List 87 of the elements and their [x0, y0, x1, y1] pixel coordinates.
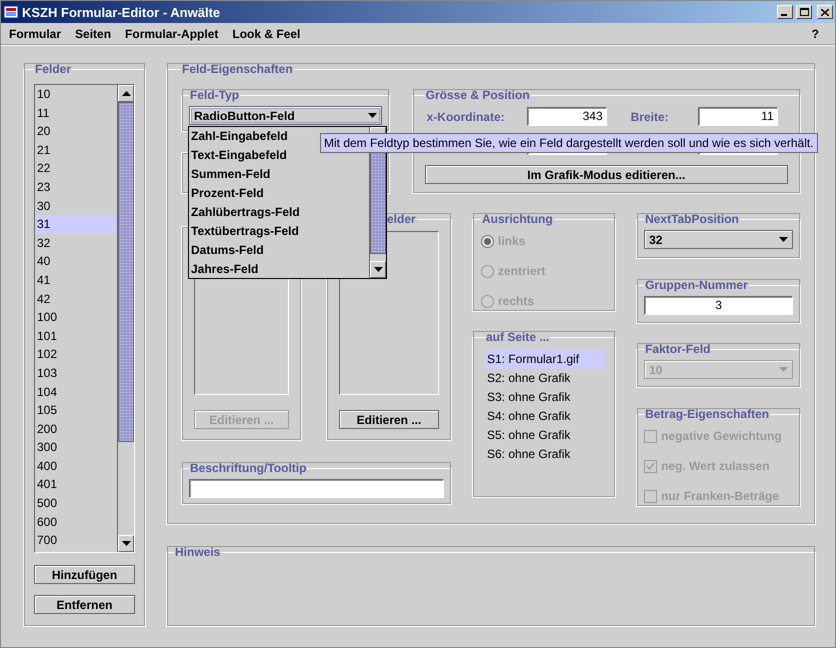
menu-item[interactable]: Seiten	[75, 26, 120, 40]
list-item[interactable]: 700	[35, 531, 117, 550]
dropdown[interactable]: 32	[644, 230, 793, 249]
maximize-button[interactable]	[796, 5, 812, 19]
group-title: Feld-Typ	[189, 88, 240, 102]
list-item[interactable]: 20	[35, 122, 117, 141]
scroll-down-button[interactable]	[370, 261, 386, 278]
caret-icon	[368, 113, 377, 118]
dropdown-option[interactable]: Summen-Feld	[189, 165, 369, 184]
group-title: elder	[386, 212, 417, 226]
list-item[interactable]: 32	[35, 234, 117, 252]
field-label: Breite:	[630, 110, 670, 124]
window-title: KSZH Formular-Editor - Anwälte	[22, 4, 222, 20]
caret-icon	[122, 541, 130, 546]
group-title: Feld-Eigenschaften	[181, 62, 294, 76]
group-title: Hinweis	[174, 545, 222, 559]
list-item[interactable]: 103	[35, 364, 117, 382]
list-item[interactable]: 600	[35, 512, 117, 532]
list-item[interactable]: 21	[35, 140, 117, 160]
maximize-icon	[800, 8, 808, 16]
check-icon	[646, 462, 656, 470]
group-title: Ausrichtung	[481, 212, 554, 226]
group-title: Beschriftung/Tooltip	[189, 461, 308, 475]
group-title: Faktor-Feld	[644, 342, 712, 356]
list-item[interactable]: 102	[35, 345, 117, 364]
group-title: Grösse & Position	[424, 88, 531, 102]
input-field[interactable]: 11	[698, 107, 778, 126]
group-title: Betrag-Eigenschaften	[644, 407, 770, 421]
scroll-thumb[interactable]	[118, 102, 134, 442]
page-list-item[interactable]: S6: ohne Grafik	[485, 445, 606, 464]
page-list-item[interactable]: S4: ohne Grafik	[485, 407, 606, 426]
caret-icon	[374, 267, 382, 272]
page-list-item[interactable]: S3: ohne Grafik	[485, 388, 606, 407]
group-title: NextTabPosition	[644, 212, 740, 226]
group-title: Felder	[34, 62, 72, 76]
list-item[interactable]: 40	[35, 252, 117, 271]
dropdown-option[interactable]: Zahlübertrags-Feld	[189, 203, 369, 222]
app-icon	[3, 4, 19, 20]
group-title: Gruppen-Nummer	[644, 278, 749, 292]
tooltip-input-field[interactable]	[189, 479, 444, 498]
field-label: x-Koordinate:	[426, 110, 506, 124]
up-arrow-icon	[122, 91, 130, 96]
list-item[interactable]: 31	[35, 215, 117, 234]
caret-icon	[779, 237, 788, 242]
scroll-down-button[interactable]	[118, 535, 134, 552]
list-item[interactable]: 23	[35, 178, 117, 197]
menu-item[interactable]: Look & Feel	[232, 26, 308, 40]
list-item[interactable]: 401	[35, 475, 117, 494]
list-item[interactable]: 42	[35, 290, 117, 308]
list-item[interactable]: 200	[35, 420, 117, 438]
dropdown-option[interactable]: Datums-Feld	[189, 241, 369, 260]
input-field[interactable]: 3	[644, 296, 793, 315]
list-item[interactable]: 41	[35, 270, 117, 290]
menu-item[interactable]: Formular	[9, 26, 70, 40]
close-icon	[821, 8, 829, 16]
list-item[interactable]: 400	[35, 456, 117, 476]
list-item[interactable]: 10	[35, 85, 117, 104]
help-menu[interactable]: ?	[812, 26, 827, 40]
list-item[interactable]: 11	[35, 104, 117, 122]
dropdown-option[interactable]: Textübertrags-Feld	[189, 222, 369, 241]
list-item[interactable]: 100	[35, 308, 117, 327]
list-item[interactable]: 101	[35, 326, 117, 346]
dropdown-option[interactable]: Jahres-Feld	[189, 260, 369, 278]
list-item[interactable]: 104	[35, 382, 117, 402]
list-item[interactable]: 22	[35, 159, 117, 178]
edit-graphic-button[interactable]: Im Grafik-Modus editieren...	[424, 165, 788, 184]
scroll-up-button[interactable]	[118, 85, 134, 102]
field-action-button[interactable]: Entfernen	[34, 595, 135, 614]
list-item[interactable]: 30	[35, 196, 117, 216]
dropdown-option[interactable]: Prozent-Feld	[189, 184, 369, 203]
page-list-item[interactable]: S5: ohne Grafik	[485, 426, 606, 445]
list-item[interactable]: 300	[35, 438, 117, 457]
group-title: auf Seite ...	[485, 330, 550, 344]
list-item[interactable]: 500	[35, 494, 117, 513]
scrollbar[interactable]	[117, 85, 134, 552]
page-list-item[interactable]: S2: ohne Grafik	[485, 369, 606, 388]
edit-button[interactable]: Editieren ...	[339, 410, 439, 429]
dropdown[interactable]: RadioButton-Feld	[189, 106, 382, 125]
page-list-item[interactable]: S1: Formular1.gif	[485, 350, 606, 369]
tooltip: Mit dem Feldtyp bestimmen Sie, wie ein Feld dargestellt werden soll und wie es sich verhält.	[320, 133, 818, 153]
menu-item[interactable]: Formular-Applet	[125, 26, 226, 40]
close-button[interactable]	[817, 5, 833, 19]
caret-icon	[779, 367, 788, 372]
field-action-button[interactable]: Hinzufügen	[34, 565, 135, 584]
minimize-button[interactable]	[777, 5, 793, 19]
list-item[interactable]: 105	[35, 401, 117, 420]
input-field[interactable]: 343	[526, 107, 607, 126]
